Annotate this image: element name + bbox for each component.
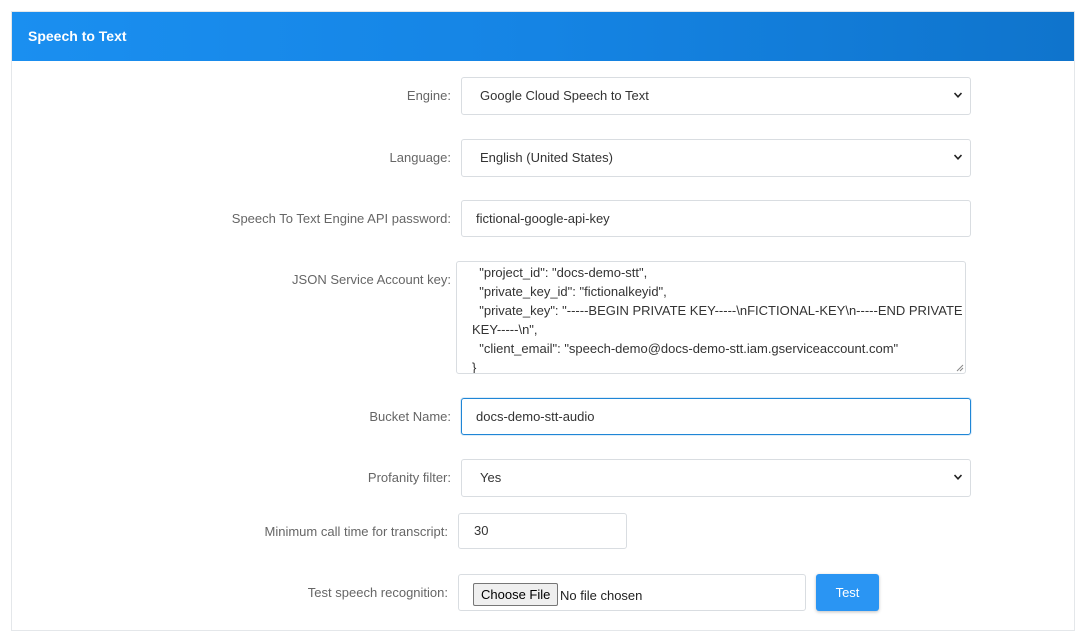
api-password-value: fictional-google-api-key [476,211,610,226]
engine-label: Engine: [406,88,451,103]
bucket-name-input[interactable]: docs-demo-stt-audio [461,398,971,435]
json-key-line: KEY-----\n", [472,322,538,337]
chevron-down-icon [954,154,962,160]
json-key-label: JSON Service Account key: [292,272,451,287]
engine-select[interactable]: Google Cloud Speech to Text [461,77,971,115]
json-key-line: } [472,360,477,374]
panel-header: Speech to Text [12,12,1074,61]
resize-grip-icon[interactable] [955,363,964,372]
test-speech-label: Test speech recognition: [307,585,448,600]
json-key-line: "project_id": "docs-demo-stt", [472,265,648,280]
min-call-time-input[interactable]: 30 [458,513,627,549]
language-select-value: English (United States) [480,150,613,165]
profanity-filter-value: Yes [480,470,502,485]
file-status-text: No file chosen [560,588,643,603]
choose-file-button[interactable]: Choose File [473,583,559,606]
json-key-content: "project_id": "docs-demo-stt", "private_… [472,263,963,374]
min-call-time-value: 30 [474,523,489,538]
json-key-line: "private_key_id": "fictionalkeyid", [472,284,667,299]
audio-file-input[interactable]: Choose File No file chosen [458,574,806,611]
bucket-name-value: docs-demo-stt-audio [476,409,595,424]
json-key-textarea[interactable]: "project_id": "docs-demo-stt", "private_… [456,261,966,374]
api-password-input[interactable]: fictional-google-api-key [461,200,971,237]
chevron-down-icon [954,474,962,480]
panel-title: Speech to Text [28,28,127,44]
api-password-label: Speech To Text Engine API password: [231,211,451,226]
chevron-down-icon [954,92,962,98]
test-button[interactable]: Test [816,574,879,611]
profanity-filter-label: Profanity filter: [367,470,451,485]
language-label: Language: [389,150,451,165]
bucket-name-label: Bucket Name: [369,409,451,424]
profanity-filter-select[interactable]: Yes [461,459,971,497]
engine-select-value: Google Cloud Speech to Text [480,88,649,103]
json-key-line: "private_key": "-----BEGIN PRIVATE KEY--… [472,303,963,318]
min-call-time-label: Minimum call time for transcript: [264,524,448,539]
json-key-line: "client_email": "speech-demo@docs-demo-s… [472,341,899,356]
language-select[interactable]: English (United States) [461,139,971,177]
